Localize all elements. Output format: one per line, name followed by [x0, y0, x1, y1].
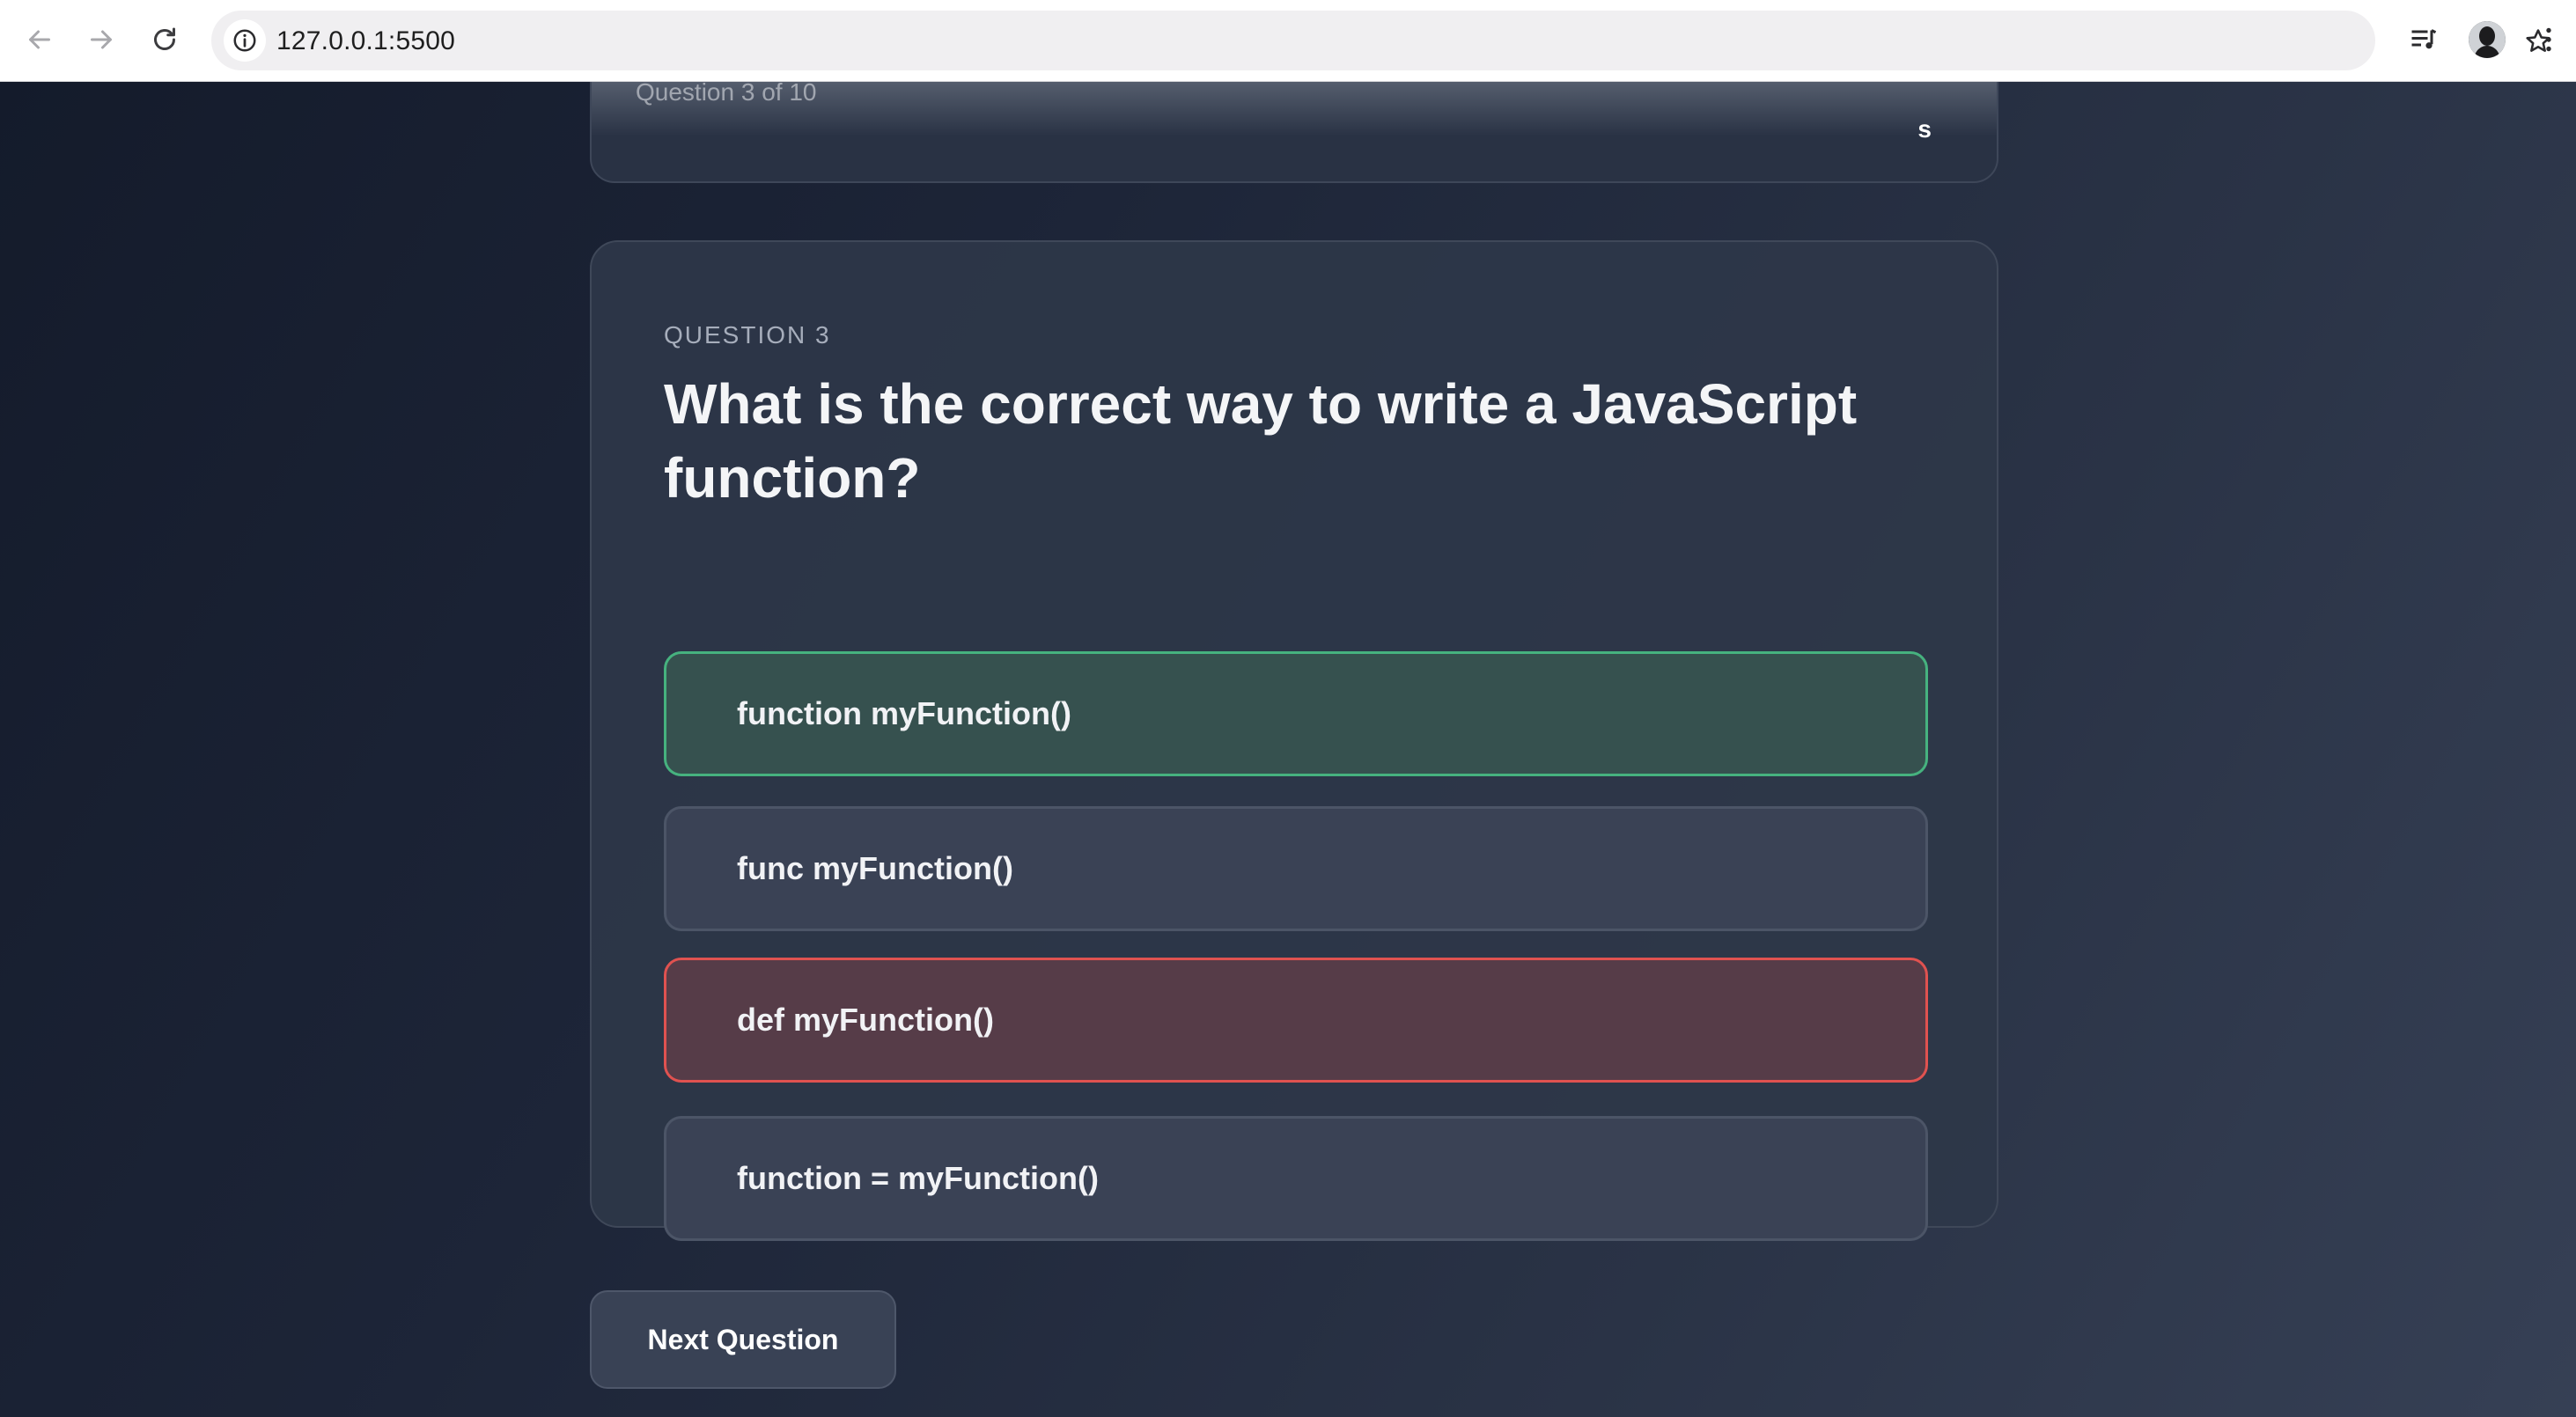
- profile-avatar[interactable]: [2469, 21, 2506, 58]
- back-button[interactable]: [18, 18, 62, 62]
- question-text: What is the correct way to write a JavaS…: [664, 372, 1858, 510]
- arrow-right-icon: [91, 30, 112, 49]
- reload-button[interactable]: [143, 18, 187, 62]
- answer-option-wrong[interactable]: def myFunction(): [664, 958, 1928, 1083]
- info-icon: [233, 29, 256, 52]
- address-bar[interactable]: 127.0.0.1:5500: [211, 11, 2550, 70]
- url-text[interactable]: 127.0.0.1:5500: [276, 26, 455, 56]
- browser-menu-button[interactable]: [2528, 19, 2569, 60]
- site-info-button[interactable]: [224, 19, 266, 62]
- answer-option-correct[interactable]: function myFunction(): [664, 651, 1928, 776]
- answer-option-label: def myFunction(): [737, 1002, 994, 1038]
- score-text: s: [1917, 115, 1932, 143]
- question-number: QUESTION 3: [664, 321, 831, 349]
- reload-icon: [154, 27, 175, 50]
- user-avatar-icon: [2469, 21, 2506, 58]
- quiz-page: Question 3 of 10 s QUESTION 3 What is th…: [0, 82, 2576, 1417]
- answer-option-label: function myFunction(): [737, 695, 1071, 731]
- browser-toolbar: 127.0.0.1:5500: [0, 0, 2576, 82]
- answer-option-label: function = myFunction(): [737, 1160, 1099, 1196]
- progress-card: Question 3 of 10 s: [590, 82, 1998, 183]
- answer-option-label: func myFunction(): [737, 850, 1013, 886]
- answer-option[interactable]: func myFunction(): [664, 806, 1928, 931]
- more-vertical-icon: [2546, 27, 2551, 52]
- arrow-left-icon: [29, 30, 50, 49]
- progress-text: Question 3 of 10: [636, 82, 817, 106]
- media-control-button[interactable]: [2403, 19, 2444, 60]
- question-card: QUESTION 3 What is the correct way to wr…: [590, 240, 1998, 1241]
- forward-button[interactable]: [79, 18, 123, 62]
- answer-option[interactable]: function = myFunction(): [664, 1116, 1928, 1241]
- playlist-icon: [2411, 29, 2437, 49]
- next-question-button[interactable]: Next Question: [590, 1290, 896, 1389]
